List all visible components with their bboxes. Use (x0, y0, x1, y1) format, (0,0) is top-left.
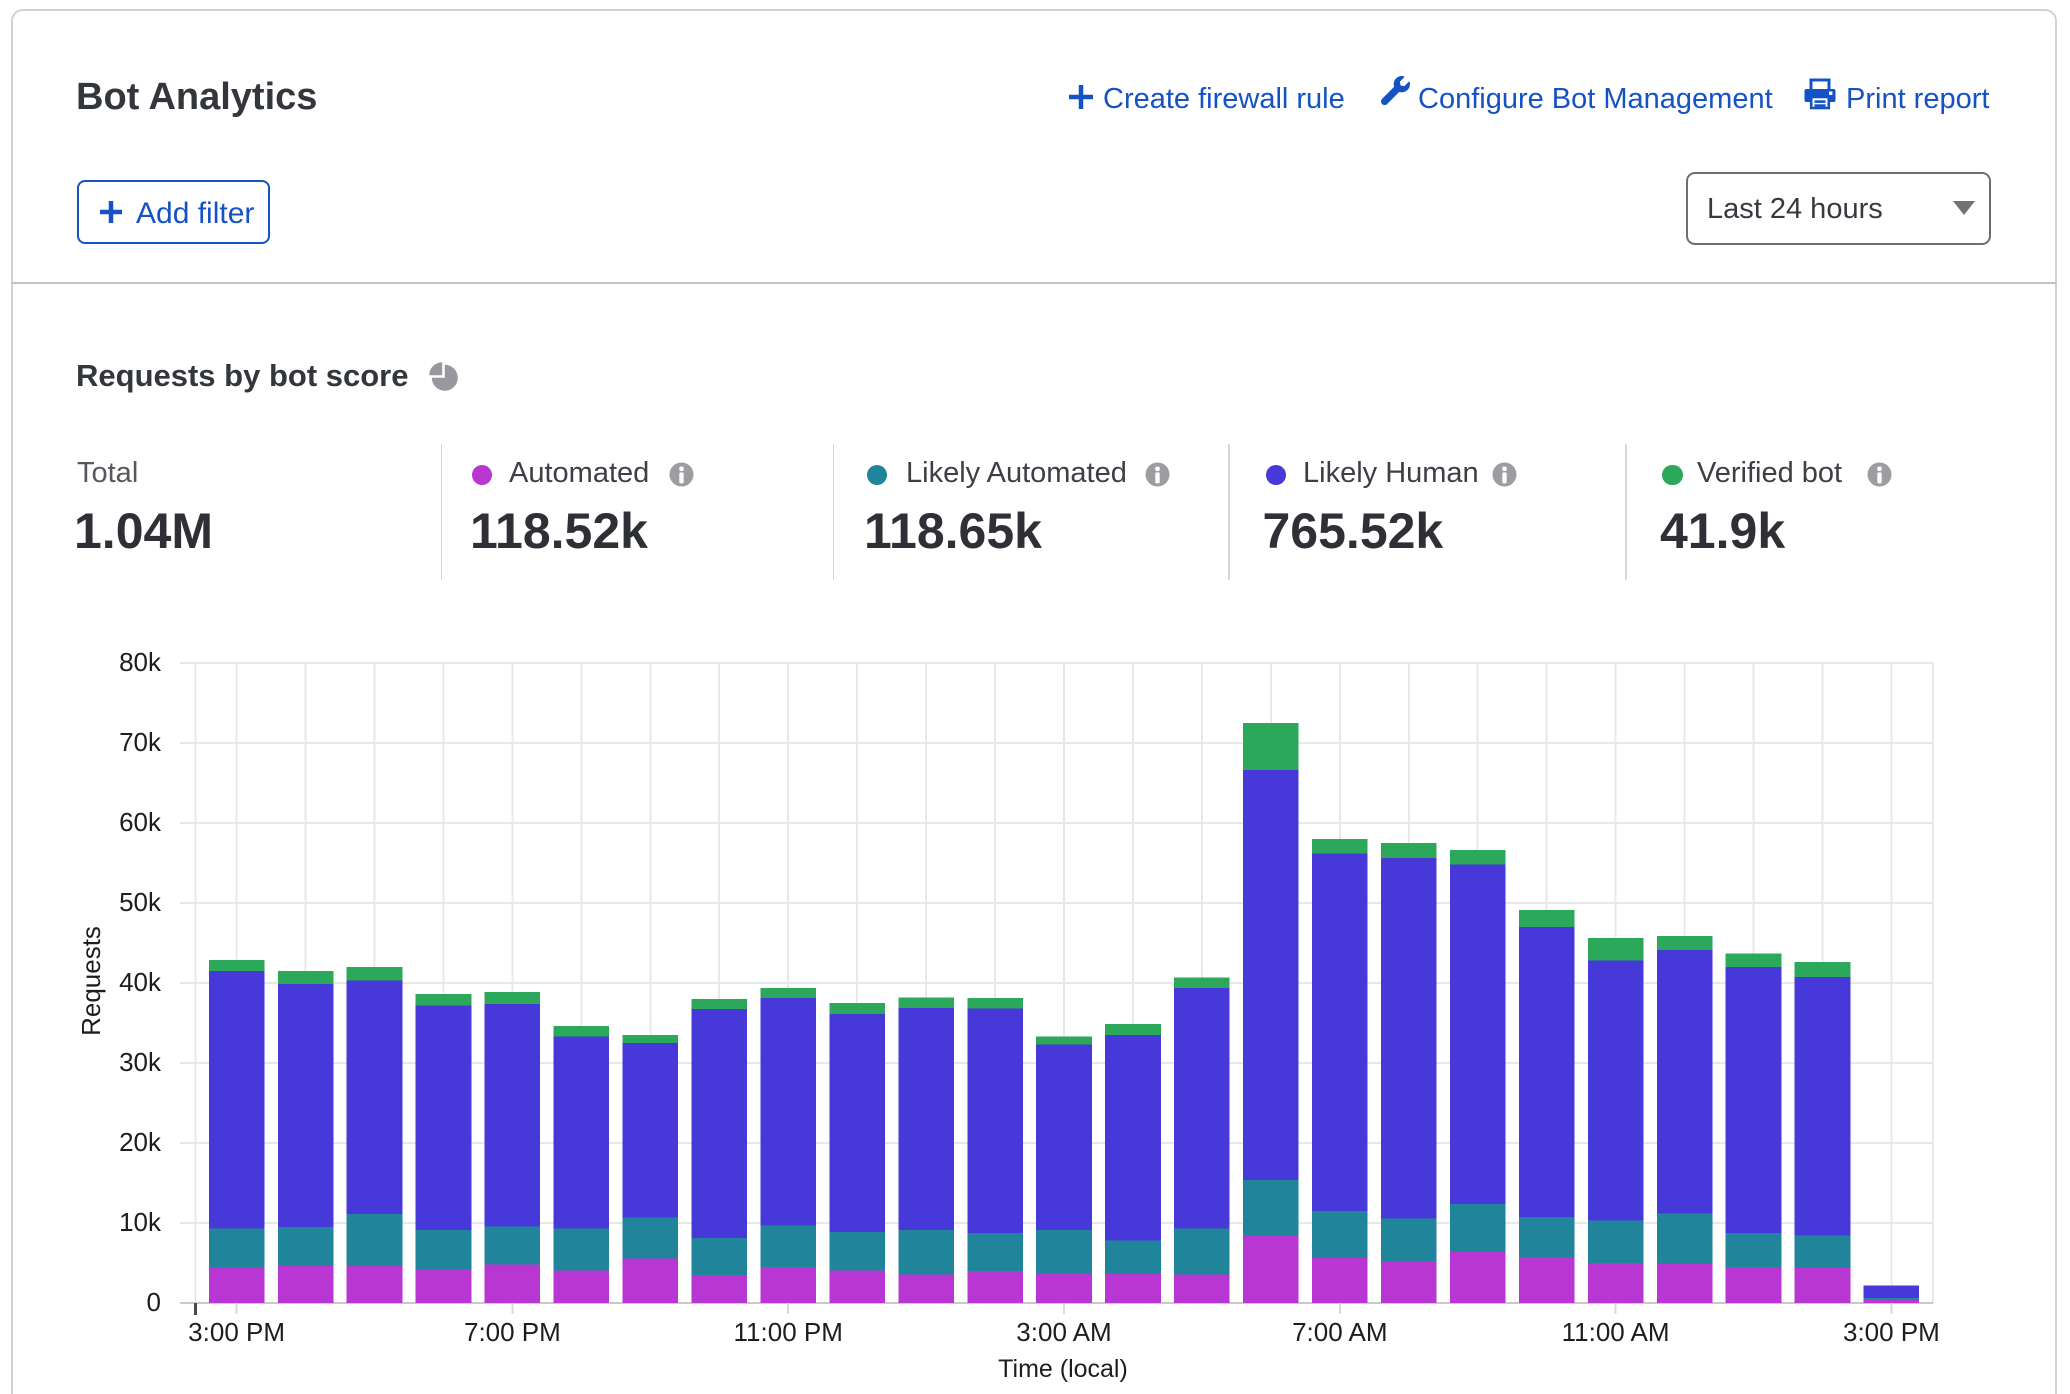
svg-text:3:00 PM: 3:00 PM (188, 1317, 285, 1347)
svg-text:7:00 AM: 7:00 AM (1292, 1317, 1387, 1347)
svg-text:50k: 50k (119, 887, 162, 917)
svg-text:7:00 PM: 7:00 PM (464, 1317, 561, 1347)
svg-text:11:00 AM: 11:00 AM (1562, 1317, 1670, 1347)
svg-text:3:00 AM: 3:00 AM (1016, 1317, 1111, 1347)
svg-text:80k: 80k (119, 647, 162, 677)
svg-text:20k: 20k (119, 1127, 162, 1157)
svg-text:0: 0 (147, 1287, 161, 1317)
svg-text:Requests: Requests (76, 926, 106, 1036)
svg-text:60k: 60k (119, 807, 162, 837)
svg-text:30k: 30k (119, 1047, 162, 1077)
svg-text:11:00 PM: 11:00 PM (734, 1317, 843, 1347)
svg-text:Time (local): Time (local) (998, 1355, 1128, 1383)
svg-text:40k: 40k (119, 967, 162, 997)
svg-text:10k: 10k (119, 1207, 162, 1237)
svg-text:70k: 70k (119, 727, 162, 757)
svg-text:3:00 PM: 3:00 PM (1843, 1317, 1940, 1347)
